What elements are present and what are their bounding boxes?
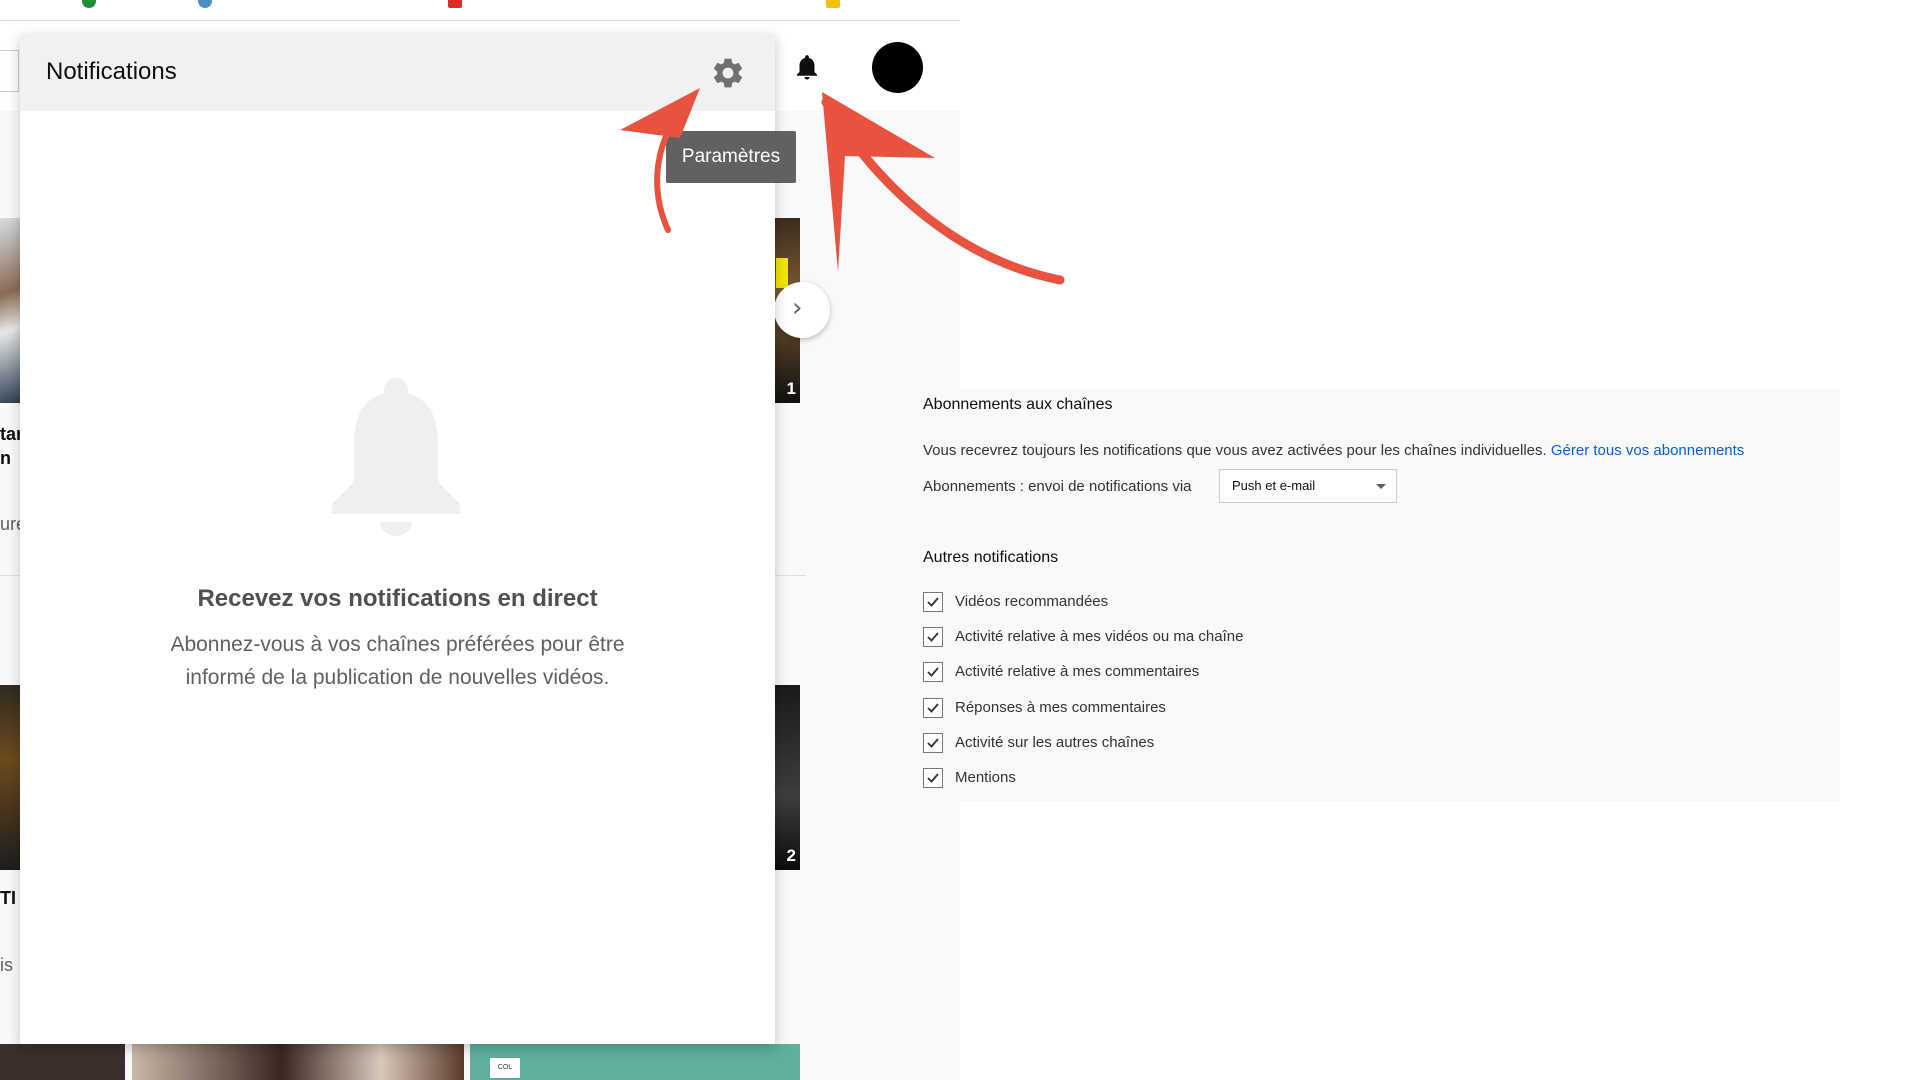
empty-state-title: Recevez vos notifications en direct [197, 585, 598, 612]
notifications-panel: Notifications Recevez vos notifications … [20, 34, 775, 1044]
notifications-title: Notifications [46, 58, 177, 85]
bookmark-icon[interactable] [82, 0, 96, 8]
settings-tooltip: Paramètres [666, 131, 796, 183]
thumbnail-graphic [776, 258, 788, 288]
subscriptions-description: Vous recevrez toujours les notifications… [923, 442, 1744, 459]
video-thumbnail[interactable]: COL [470, 1044, 800, 1080]
video-title-fragment[interactable]: TI [0, 888, 16, 909]
checkbox[interactable] [923, 662, 943, 683]
carousel-next-button[interactable]: › [774, 282, 830, 338]
browser-bookmarks-bar [0, 0, 960, 21]
check-icon [927, 703, 939, 713]
bell-icon[interactable] [792, 52, 822, 82]
bookmark-icon[interactable] [198, 0, 212, 8]
checkbox-label: Mentions [955, 769, 1016, 786]
checkbox[interactable] [923, 627, 943, 648]
check-icon [927, 597, 939, 607]
checkbox-label: Activité relative à mes commentaires [955, 663, 1200, 681]
thumbnail-number: 1 [786, 379, 796, 398]
check-icon [927, 632, 939, 643]
video-thumbnail[interactable] [0, 1044, 125, 1080]
youtube-screenshot: 1 tar n ure 2 TI is COL › Notifications … [0, 0, 960, 1080]
checkbox[interactable] [923, 732, 943, 753]
video-thumbnail[interactable] [132, 1044, 464, 1080]
thumbnail-tag: COL [490, 1058, 520, 1078]
delivery-method-select[interactable]: Push et e-mail [1219, 469, 1397, 503]
chevron-down-icon [1376, 484, 1386, 489]
checkbox-label: Activité relative à mes vidéos ou ma cha… [955, 628, 1244, 646]
manage-subscriptions-link[interactable]: Gérer tous vos abonnements [1551, 442, 1744, 459]
video-thumbnail[interactable] [0, 218, 22, 403]
bookmark-icon[interactable] [448, 0, 462, 8]
bell-placeholder-icon [332, 378, 460, 536]
checkbox-label: Vidéos recommandées [955, 593, 1109, 610]
delivery-method-value: Push et e-mail [1232, 478, 1316, 493]
checkbox[interactable] [923, 697, 943, 718]
check-icon [927, 738, 939, 748]
check-icon [927, 773, 939, 783]
gear-icon[interactable] [710, 55, 746, 91]
notification-settings-excerpt: Abonnements aux chaînes Vous recevrez to… [917, 389, 1840, 801]
checkbox-label: Activité sur les autres chaînes [955, 733, 1155, 751]
delivery-method-label: Abonnements : envoi de notifications via [923, 478, 1192, 495]
avatar[interactable] [872, 42, 923, 93]
checkbox[interactable] [923, 592, 943, 612]
subscriptions-heading: Abonnements aux chaînes [923, 396, 1113, 413]
search-input[interactable] [0, 50, 19, 92]
checkbox[interactable] [923, 768, 943, 788]
notifications-header: Notifications [20, 34, 775, 111]
thumbnail-number: 2 [786, 846, 796, 865]
bookmark-icon[interactable] [826, 0, 840, 8]
chevron-right-icon: › [792, 293, 803, 323]
checkbox-label: Réponses à mes commentaires [955, 698, 1166, 716]
subscriptions-text: Vous recevrez toujours les notifications… [923, 442, 1547, 459]
check-icon [927, 667, 939, 678]
empty-state-description: Abonnez-vous à vos chaînes préférées pou… [170, 633, 625, 689]
other-notifications-heading: Autres notifications [923, 549, 1059, 566]
video-thumbnail[interactable] [0, 685, 22, 870]
video-meta-fragment: is [0, 955, 13, 975]
